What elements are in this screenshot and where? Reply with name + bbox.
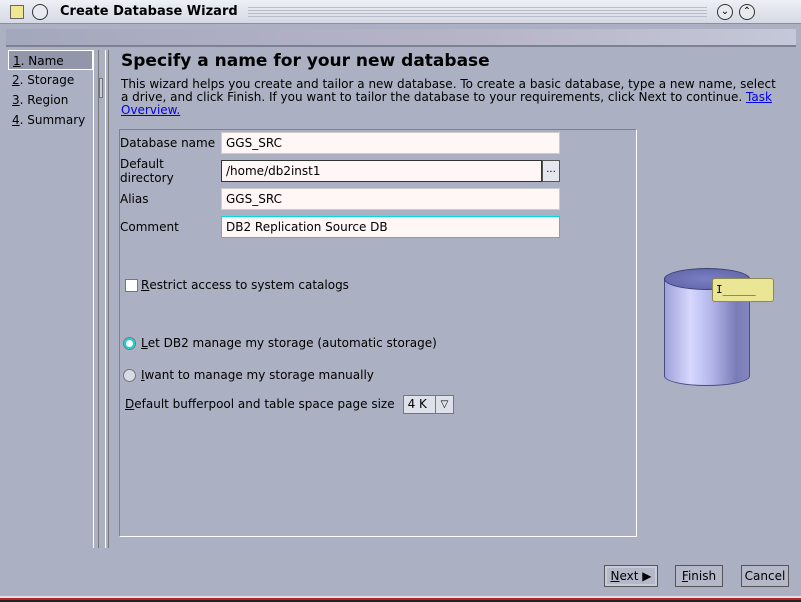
intro-text: This wizard helps you create and tailor … xyxy=(121,78,781,117)
restrict-checkbox[interactable]: Restrict access to system catalogs xyxy=(125,274,349,296)
mnemonic: L xyxy=(141,336,148,350)
cancel-button[interactable]: Cancel xyxy=(741,565,789,587)
splitter-grip[interactable] xyxy=(99,78,103,98)
restrict-label: estrict access to system catalogs xyxy=(149,278,349,292)
dir-input[interactable]: /home/db2inst1 xyxy=(221,160,542,182)
alias-input[interactable]: GGS_SRC xyxy=(221,188,560,210)
dir-label: Default directory xyxy=(120,157,174,185)
radio-circle[interactable] xyxy=(123,368,136,382)
text-field-tooltip-icon: I_____ xyxy=(712,278,774,302)
pagesize-label: efault bufferpool and table space page s… xyxy=(134,397,395,411)
step-number: 1 xyxy=(13,54,21,68)
db-name-input[interactable]: GGS_SRC xyxy=(221,132,560,154)
maximize-button[interactable]: ⌃ xyxy=(739,3,755,20)
window-title: Create Database Wizard xyxy=(60,4,238,19)
step-label: . Storage xyxy=(19,73,75,87)
comment-input[interactable]: DB2 Replication Source DB xyxy=(221,216,560,238)
manual-storage-label: want to manage my storage manually xyxy=(144,368,374,382)
checkbox-box[interactable] xyxy=(125,278,138,292)
comment-label: Comment xyxy=(120,220,179,234)
finish-label: inish xyxy=(687,569,717,583)
minimize-button[interactable]: ⌄ xyxy=(717,3,733,20)
pagesize-select[interactable]: 4 K ▽ xyxy=(402,394,454,414)
page-title: Specify a name for your new database xyxy=(121,51,490,71)
splitter[interactable] xyxy=(98,50,106,548)
step-region[interactable]: 3. Region xyxy=(8,90,93,110)
step-label: . Region xyxy=(19,93,69,107)
mnemonic: D xyxy=(125,397,135,411)
app-icon xyxy=(10,4,24,19)
step-label: . Name xyxy=(20,54,64,68)
intro-body: This wizard helps you create and tailor … xyxy=(121,77,776,104)
step-number: 2 xyxy=(12,73,20,87)
manual-storage-radio[interactable]: I want to manage my storage manually xyxy=(123,364,374,386)
window-menu-icon[interactable] xyxy=(32,3,48,20)
mnemonic: R xyxy=(141,278,150,292)
pagesize-value: 4 K xyxy=(407,396,427,411)
alias-label: Alias xyxy=(120,192,149,206)
radio-circle[interactable] xyxy=(123,336,136,350)
step-number: 3 xyxy=(12,93,20,107)
browse-button[interactable]: ... xyxy=(542,160,560,182)
steps-list: 1. Name 2. Storage 3. Region 4. Summary xyxy=(8,50,94,548)
finish-button[interactable]: Finish xyxy=(675,565,723,587)
next-button[interactable]: Next ▶ xyxy=(604,565,658,587)
title-decoration xyxy=(247,6,707,17)
auto-storage-radio[interactable]: Let DB2 manage my storage (automatic sto… xyxy=(123,332,437,354)
auto-storage-label: et DB2 manage my storage (automatic stor… xyxy=(147,336,437,350)
window-bottom-border xyxy=(0,596,801,602)
step-name[interactable]: 1. Name xyxy=(8,50,93,70)
dropdown-arrow-icon[interactable]: ▽ xyxy=(434,395,453,413)
step-number: 4 xyxy=(12,113,20,127)
form-panel: Database name GGS_SRC Default directory/h… xyxy=(119,129,637,537)
wizard-banner xyxy=(6,29,796,47)
step-summary[interactable]: 4. Summary xyxy=(8,110,93,130)
step-label: . Summary xyxy=(19,113,86,127)
db-name-label: Database name xyxy=(120,136,216,150)
arrow-right-icon: ▶ xyxy=(642,569,652,583)
step-storage[interactable]: 2. Storage xyxy=(8,70,93,90)
title-bar: Create Database Wizard ⌄ ⌃ xyxy=(0,0,801,24)
next-label: ext xyxy=(619,569,639,583)
